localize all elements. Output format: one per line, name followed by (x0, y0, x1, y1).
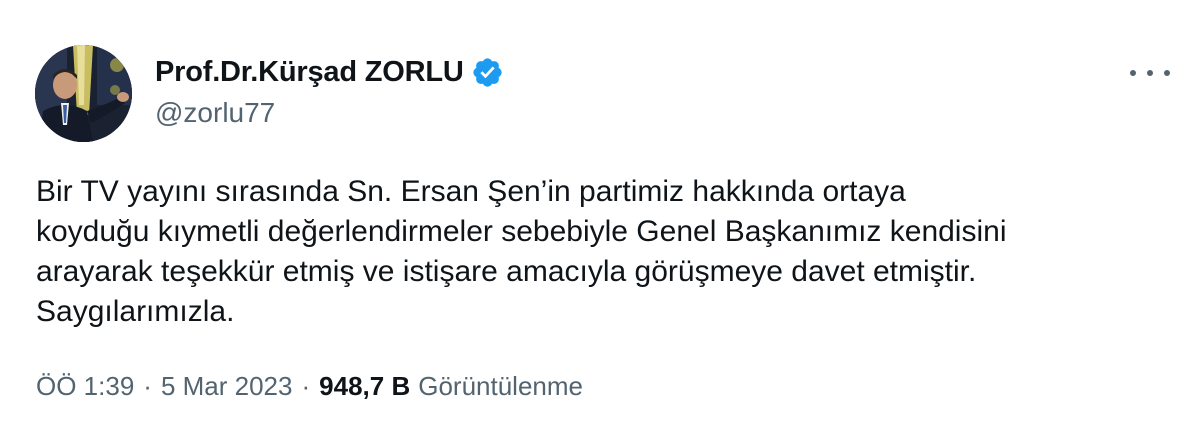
meta-separator: · (143, 370, 152, 401)
tweet-text-line: Saygılarımızla. (36, 295, 235, 328)
views-label[interactable]: Görüntülenme (418, 371, 583, 402)
author-handle[interactable]: @zorlu77 (155, 97, 275, 129)
more-dot (1164, 70, 1170, 76)
tweet-text: Bir TV yayını sırasında Sn. Ersan Şen’in… (36, 172, 1176, 332)
tweet-text-line: Bir TV yayını sırasında Sn. Ersan Şen’in… (36, 175, 906, 208)
more-dot (1130, 70, 1136, 76)
tweet-card: Prof.Dr.Kürşad ZORLU @zorlu77 Bir TV yay… (0, 0, 1200, 438)
tweet-meta: ÖÖ 1:39 · 5 Mar 2023 · 948,7 B Görüntüle… (36, 368, 583, 404)
verified-badge-icon (471, 56, 504, 89)
more-dot (1147, 70, 1153, 76)
views-count[interactable]: 948,7 B (319, 371, 410, 402)
author-name-row: Prof.Dr.Kürşad ZORLU (155, 53, 504, 91)
avatar[interactable] (35, 45, 132, 142)
tweet-text-line: koyduğu kıymetli değerlendirmeler sebebi… (36, 215, 1007, 248)
tweet-time[interactable]: ÖÖ 1:39 (36, 371, 134, 402)
avatar-image (35, 45, 132, 142)
more-options-icon[interactable] (1130, 60, 1170, 86)
tweet-text-line: arayarak teşekkür etmiş ve istişare amac… (36, 255, 977, 288)
meta-separator: · (301, 370, 311, 401)
tweet-date[interactable]: 5 Mar 2023 (161, 371, 293, 402)
author-display-name[interactable]: Prof.Dr.Kürşad ZORLU (155, 56, 464, 89)
